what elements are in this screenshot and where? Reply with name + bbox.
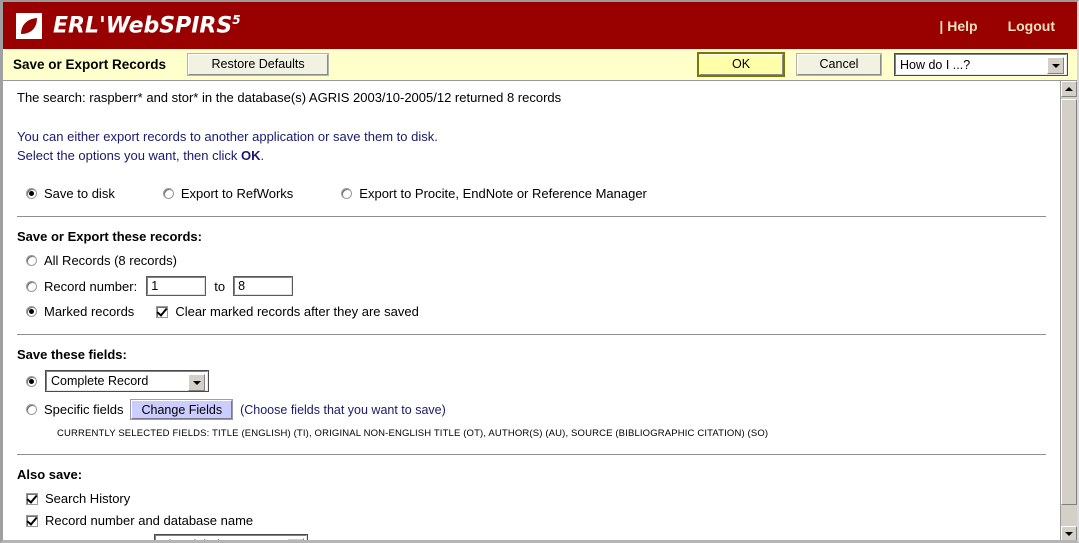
record-range-to-label: to: [214, 278, 226, 294]
brand-name-text: ERL'WebSPIRS: [53, 13, 233, 39]
change-fields-hint: (Choose fields that you want to save): [240, 402, 446, 417]
app-header: ERL'WebSPIRS5 | Help Logout: [3, 2, 1077, 49]
checkbox-indicator[interactable]: [26, 492, 38, 505]
complete-record-value: Complete Record: [51, 374, 149, 388]
scroll-down-button[interactable]: [1061, 526, 1077, 540]
record-from-input[interactable]: [146, 276, 207, 296]
intro-ok-emphasis: OK: [241, 148, 261, 163]
toolbar-actions: OK Cancel How do I ...?: [697, 52, 1069, 77]
radio-indicator[interactable]: [26, 306, 37, 317]
checkbox-indicator[interactable]: [156, 305, 169, 318]
brand-logo: ERL'WebSPIRS5: [3, 12, 241, 39]
also-save-title: Also save:: [17, 467, 83, 482]
complete-record-row: Complete Record: [17, 370, 1046, 392]
radio-indicator[interactable]: [162, 188, 174, 199]
radio-export-refworks[interactable]: Export to RefWorks: [162, 186, 294, 201]
restore-defaults-button[interactable]: Restore Defaults: [187, 53, 330, 76]
chevron-down-icon[interactable]: [1047, 57, 1064, 74]
radio-indicator[interactable]: [26, 188, 37, 199]
scrollbar-thumb[interactable]: [1061, 99, 1077, 505]
radio-indicator[interactable]: [26, 404, 37, 415]
cancel-button[interactable]: Cancel: [796, 53, 882, 76]
change-fields-button[interactable]: Change Fields: [130, 399, 234, 420]
how-do-i-value: How do I ...?: [900, 57, 971, 72]
intro-line-2-pre: Select the options you want, then click: [17, 148, 242, 163]
radio-save-to-disk[interactable]: Save to disk: [26, 186, 115, 201]
chevron-down-icon[interactable]: [188, 374, 205, 391]
complete-record-select[interactable]: Complete Record: [45, 370, 209, 392]
divider: [17, 334, 1046, 335]
scroll-up-button[interactable]: [1061, 81, 1077, 97]
radio-save-to-disk-label: Save to disk: [44, 186, 115, 201]
checkbox-record-number-db-label: Record number and database name: [45, 513, 254, 528]
triangle-down-icon: [1065, 532, 1073, 536]
vertical-scrollbar[interactable]: [1060, 81, 1077, 540]
triangle-up-icon: [1065, 87, 1073, 91]
ok-button[interactable]: OK: [697, 52, 785, 77]
radio-marked-records-label: Marked records: [44, 304, 135, 319]
page-toolbar: Save or Export Records Restore Defaults …: [3, 49, 1077, 81]
divider: [17, 454, 1046, 455]
brand-name: ERL'WebSPIRS5: [53, 13, 241, 38]
currently-selected-fields: CURRENTLY SELECTED FIELDS: TITLE (ENGLIS…: [57, 428, 769, 439]
radio-specific-fields-label: Specific fields: [44, 402, 124, 417]
logout-link[interactable]: Logout: [1008, 18, 1055, 34]
intro-text: You can either export records to another…: [17, 127, 1046, 165]
checkbox-clear-marked-label: Clear marked records after they are save…: [175, 304, 419, 319]
radio-indicator[interactable]: [26, 280, 37, 292]
records-section-title: Save or Export these records:: [17, 229, 202, 244]
record-number-row: Record number: to: [17, 276, 1046, 296]
checkbox-indicator[interactable]: [26, 514, 38, 527]
radio-export-procite-label: Export to Procite, EndNote or Reference …: [359, 186, 647, 201]
application-window: ERL'WebSPIRS5 | Help Logout Save or Expo…: [0, 0, 1079, 543]
radio-indicator[interactable]: [26, 255, 37, 266]
specific-fields-row: Specific fields Change Fields (Choose fi…: [17, 399, 1046, 420]
leaf-logo-icon: [16, 12, 42, 39]
checkbox-search-history[interactable]: Search History: [17, 491, 1046, 506]
content-area: The search: raspberr* and stor* in the d…: [3, 81, 1077, 540]
fields-section-title: Save these fields:: [17, 347, 127, 362]
search-summary: The search: raspberr* and stor* in the d…: [17, 90, 562, 105]
checkbox-search-history-label: Search History: [45, 491, 131, 506]
destination-radio-group: Save to disk Export to RefWorks Export t…: [17, 186, 1046, 201]
help-link[interactable]: | Help: [939, 18, 977, 34]
marked-records-row: Marked records Clear marked records afte…: [17, 304, 1046, 319]
checkbox-record-number-db[interactable]: Record number and database name: [17, 513, 1046, 528]
intro-line-2-post: .: [260, 148, 265, 163]
radio-all-records[interactable]: All Records (8 records): [17, 253, 1046, 268]
intro-line-2: Select the options you want, then click …: [17, 146, 1046, 165]
brand-version: 5: [232, 12, 241, 27]
header-links: | Help Logout: [939, 18, 1077, 34]
radio-export-procite[interactable]: Export to Procite, EndNote or Reference …: [341, 186, 647, 201]
page-title: Save or Export Records: [13, 57, 167, 72]
divider: [17, 216, 1046, 217]
checkbox-clear-marked[interactable]: Clear marked records after they are save…: [156, 304, 419, 319]
radio-indicator[interactable]: [26, 375, 37, 387]
intro-line-1: You can either export records to another…: [17, 129, 438, 144]
record-to-input[interactable]: [233, 276, 294, 296]
field-names-row: Field names with: Short labels: [17, 534, 1046, 540]
radio-record-number-label: Record number:: [44, 278, 138, 294]
how-do-i-select[interactable]: How do I ...?: [894, 53, 1068, 76]
radio-all-records-label: All Records (8 records): [44, 253, 177, 268]
form-panel: The search: raspberr* and stor* in the d…: [3, 81, 1060, 540]
radio-export-refworks-label: Export to RefWorks: [180, 186, 294, 201]
radio-indicator[interactable]: [341, 188, 353, 199]
field-names-select[interactable]: Short labels: [154, 534, 309, 540]
